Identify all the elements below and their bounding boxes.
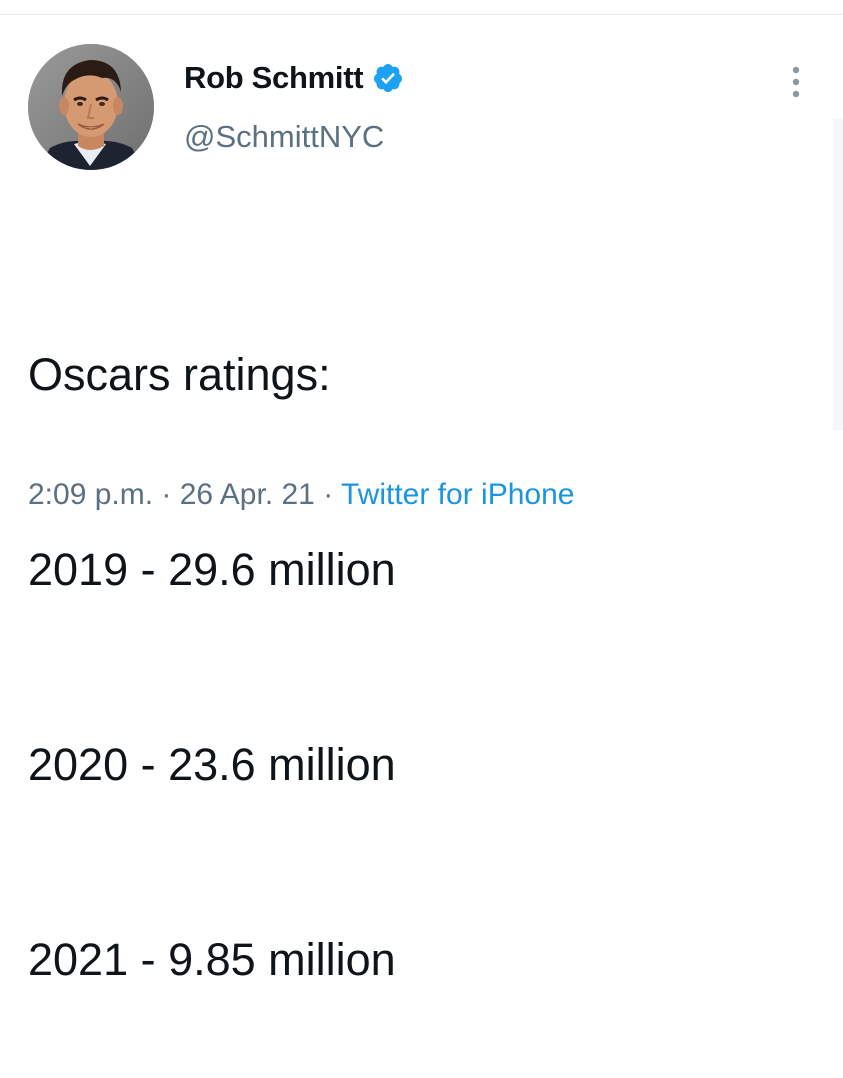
scrollbar-track[interactable] [833,118,843,430]
tweet-text-line: 2019 - 29.6 million [28,544,396,595]
author-handle[interactable]: @SchmittNYC [184,119,384,155]
author-avatar[interactable] [28,44,154,170]
tweet-time[interactable]: 2:09 p.m. [28,478,153,511]
tweet-text-line: Oscars ratings: [28,349,331,400]
author-display-name[interactable]: Rob Schmitt [184,60,364,96]
tweet-text-line: 2021 - 9.85 million [28,934,396,985]
tweet-source-link[interactable]: Twitter for iPhone [341,478,574,511]
tweet-date[interactable]: 26 Apr. 21 [180,478,315,511]
avatar-photo [28,44,154,170]
tweet-text-line: 2020 - 23.6 million [28,739,396,790]
tweet-text: Oscars ratings: 2019 - 29.6 million 2020… [28,212,396,1078]
tweet-meta: 2:09 p.m. · 26 Apr. 21 · Twitter for iPh… [28,478,574,512]
tweet[interactable]: Rob Schmitt @SchmittNYC Oscars ratings: … [0,0,843,985]
verified-badge-icon [374,64,403,92]
meta-separator: · [153,478,180,511]
more-options-icon[interactable] [784,64,808,100]
meta-separator: · [314,478,341,511]
author-name-row[interactable]: Rob Schmitt [184,58,404,98]
top-divider [0,14,843,15]
